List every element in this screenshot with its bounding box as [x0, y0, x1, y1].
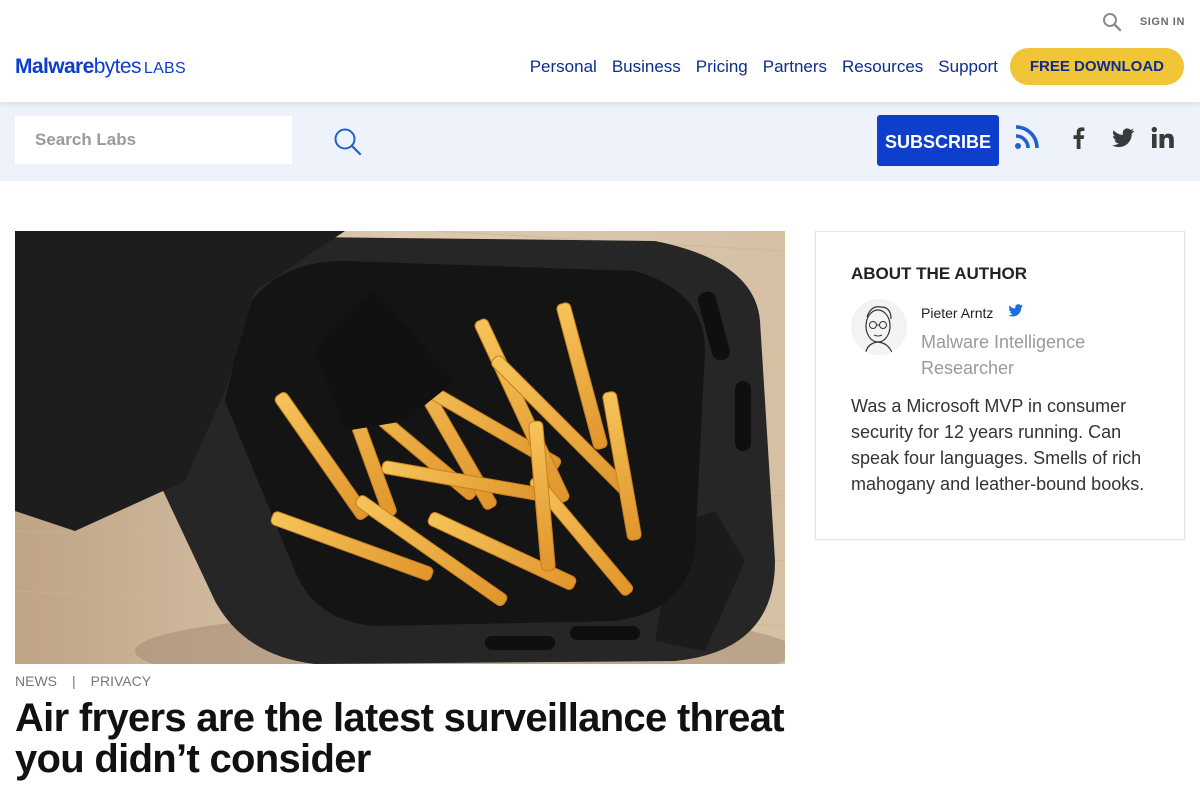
- author-twitter-icon[interactable]: [1007, 303, 1024, 318]
- logo-text-labs: LABS: [143, 60, 187, 77]
- sign-in-link[interactable]: SIGN IN: [1140, 16, 1185, 28]
- nav-personal[interactable]: Personal: [530, 57, 597, 77]
- air-fryer-illustration: [15, 231, 785, 664]
- main-nav: Personal Business Pricing Partners Resou…: [515, 48, 1184, 85]
- subscribe-button[interactable]: SUBSCRIBE: [877, 115, 999, 166]
- logo-text-bytes: bytes: [93, 55, 142, 78]
- category-news-link[interactable]: NEWS: [15, 673, 57, 689]
- search-icon[interactable]: [1102, 12, 1122, 32]
- search-labs-input[interactable]: [15, 116, 292, 164]
- utility-bar: SIGN IN: [1102, 12, 1185, 32]
- nav-partners[interactable]: Partners: [763, 57, 827, 77]
- nav-resources[interactable]: Resources: [842, 57, 923, 77]
- malwarebytes-labs-logo[interactable]: Malware bytes LABS: [15, 55, 186, 79]
- linkedin-icon[interactable]: [1150, 125, 1176, 151]
- article-categories: NEWS | PRIVACY: [15, 673, 151, 689]
- nav-support[interactable]: Support: [938, 57, 998, 77]
- author-name[interactable]: Pieter Arntz: [921, 305, 993, 321]
- author-sketch-portrait: [851, 299, 907, 355]
- category-privacy-link[interactable]: PRIVACY: [91, 673, 151, 689]
- free-download-button[interactable]: FREE DOWNLOAD: [1009, 48, 1184, 85]
- search-band: SUBSCRIBE: [0, 102, 1200, 181]
- about-author-heading: ABOUT THE AUTHOR: [851, 264, 1027, 283]
- nav-business[interactable]: Business: [612, 57, 681, 77]
- nav-pricing[interactable]: Pricing: [696, 57, 748, 77]
- twitter-icon[interactable]: [1110, 125, 1136, 151]
- author-avatar[interactable]: [851, 299, 907, 355]
- article-title: Air fryers are the latest surveillance t…: [15, 696, 785, 781]
- logo-text-malware: Malware: [15, 55, 94, 78]
- author-role: Malware Intelligence Researcher: [921, 332, 1086, 378]
- article-hero-image: [15, 231, 785, 664]
- search-submit-icon[interactable]: [333, 127, 363, 157]
- site-header: SIGN IN Malware bytes LABS Personal Busin…: [0, 0, 1200, 102]
- author-bio: Was a Microsoft MVP in consumer security…: [851, 396, 1145, 494]
- facebook-icon[interactable]: [1066, 125, 1092, 151]
- category-separator: |: [72, 673, 76, 689]
- rss-icon[interactable]: [1014, 124, 1040, 150]
- about-author-card: ABOUT THE AUTHOR Pieter Arntz Malware In…: [815, 231, 1185, 540]
